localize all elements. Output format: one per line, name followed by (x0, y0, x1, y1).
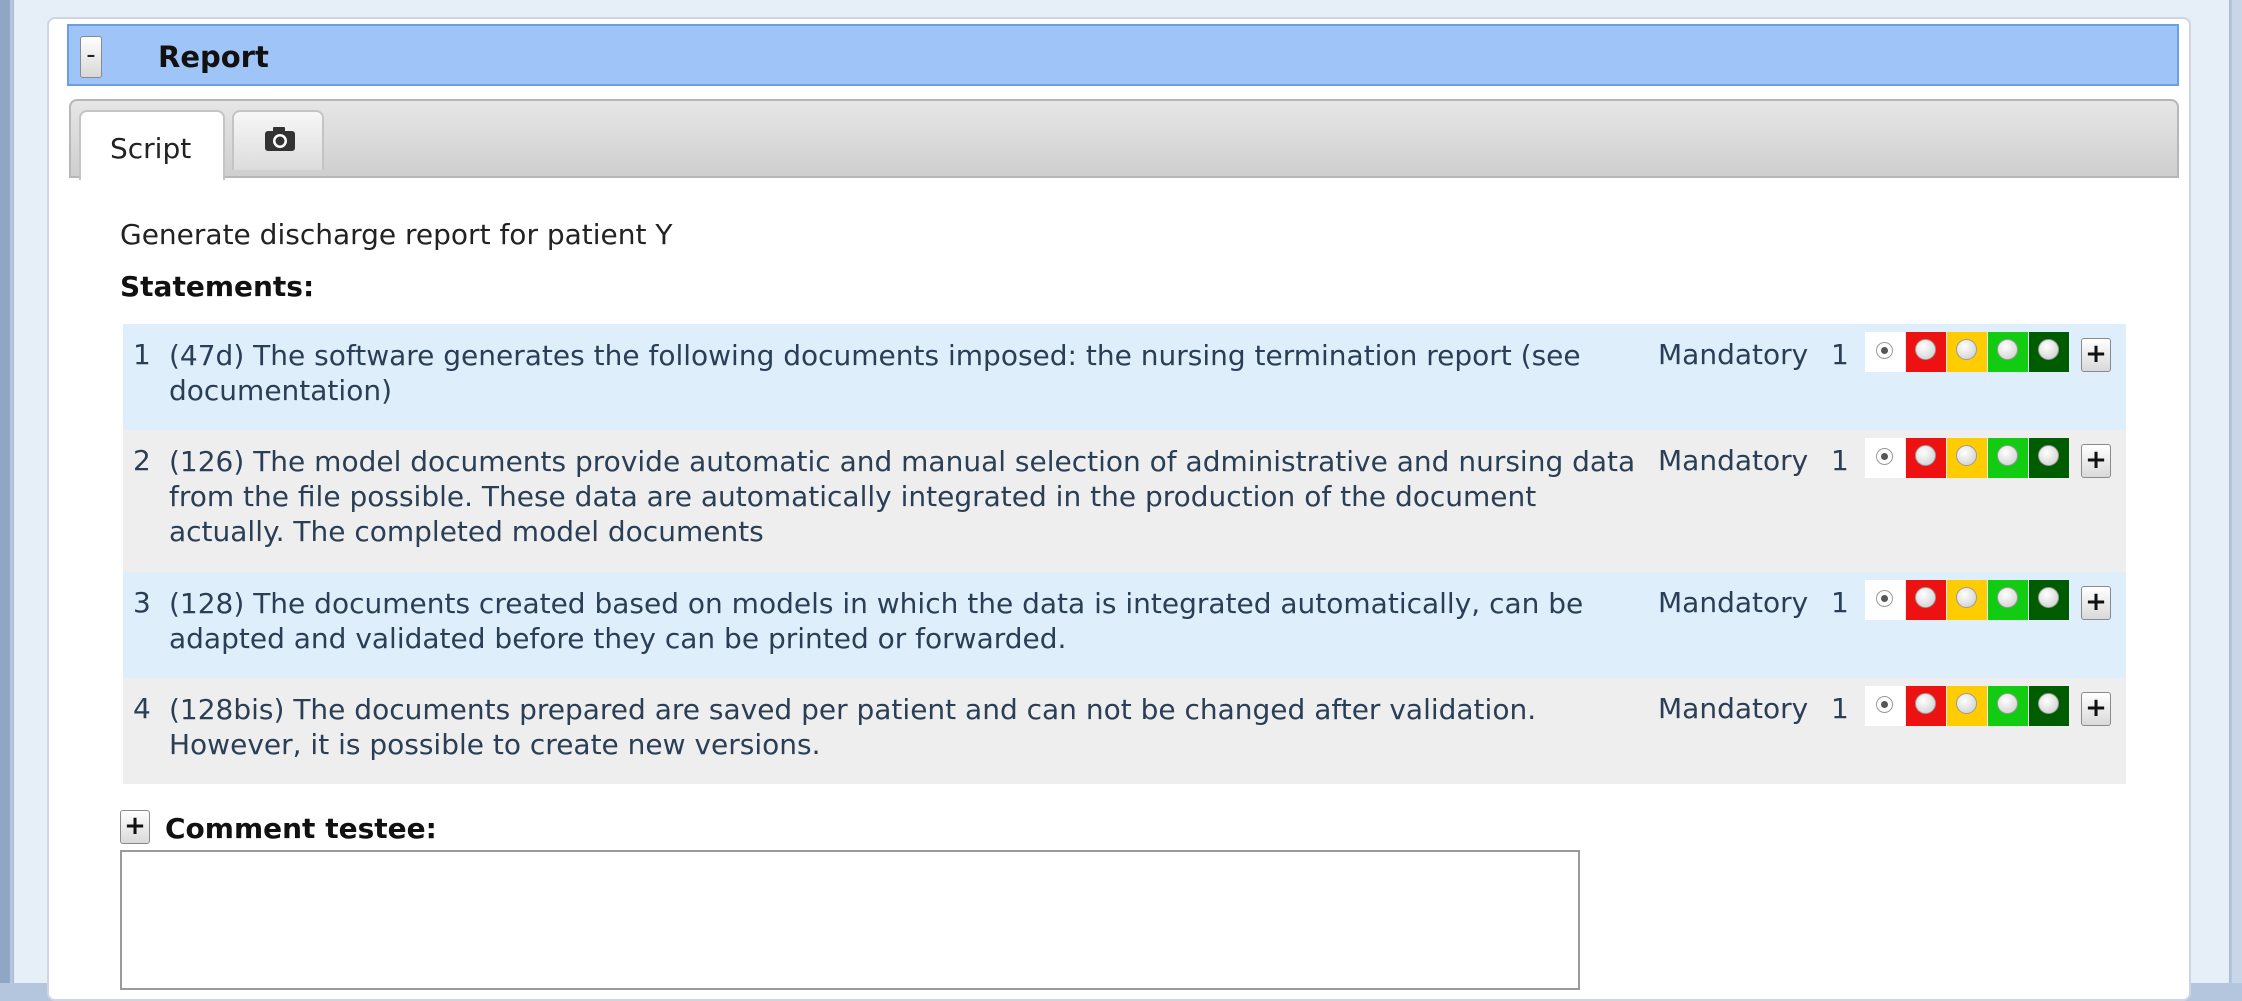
statement-number: 3 (133, 586, 151, 619)
statements-table: 1 (47d) The software generates the follo… (123, 324, 2126, 784)
statement-weight: 1 (1831, 692, 1849, 725)
rating-dark-green-radio[interactable] (2029, 686, 2069, 726)
statement-number: 4 (133, 692, 151, 725)
statement-weight: 1 (1831, 444, 1849, 477)
rating-none-radio[interactable] (1865, 438, 1905, 478)
rating-dark-green-radio[interactable] (2029, 332, 2069, 372)
rating-yellow-radio[interactable] (1947, 580, 1987, 620)
statement-weight: 1 (1831, 586, 1849, 619)
comment-expand-button[interactable]: + (120, 810, 150, 844)
statement-type: Mandatory (1658, 586, 1809, 619)
statement-text: (126) The model documents provide automa… (169, 445, 1636, 548)
statement-row: 1 (47d) The software generates the follo… (123, 324, 2126, 430)
rating-group (1865, 332, 2070, 372)
rating-none-radio[interactable] (1865, 580, 1905, 620)
statement-expand-button[interactable]: + (2081, 692, 2111, 726)
rating-yellow-radio[interactable] (1947, 686, 1987, 726)
rating-group (1865, 438, 2070, 478)
rating-none-radio[interactable] (1865, 686, 1905, 726)
rating-yellow-radio[interactable] (1947, 332, 1987, 372)
tab-script-label: Script (110, 132, 192, 165)
tab-camera[interactable] (232, 110, 324, 170)
rating-yellow-radio[interactable] (1947, 438, 1987, 478)
statement-number: 2 (133, 444, 151, 477)
rating-group (1865, 686, 2070, 726)
statement-type: Mandatory (1658, 338, 1809, 371)
rating-green-radio[interactable] (1988, 686, 2028, 726)
rating-green-radio[interactable] (1988, 438, 2028, 478)
rating-green-radio[interactable] (1988, 332, 2028, 372)
statement-expand-button[interactable]: + (2081, 586, 2111, 620)
statement-row: 2 (126) The model documents provide auto… (123, 430, 2126, 572)
comment-textarea[interactable] (120, 850, 1580, 990)
script-description: Generate discharge report for patient Y (120, 218, 673, 251)
statement-expand-button[interactable]: + (2081, 444, 2111, 478)
page-right-edge (2232, 0, 2242, 983)
rating-red-radio[interactable] (1906, 686, 1946, 726)
comment-label: Comment testee: (165, 812, 437, 845)
statement-type: Mandatory (1658, 692, 1809, 725)
statement-number: 1 (133, 338, 151, 371)
rating-red-radio[interactable] (1906, 438, 1946, 478)
rating-group (1865, 580, 2070, 620)
statement-type: Mandatory (1658, 444, 1809, 477)
rating-red-radio[interactable] (1906, 580, 1946, 620)
rating-none-radio[interactable] (1865, 332, 1905, 372)
rating-dark-green-radio[interactable] (2029, 438, 2069, 478)
report-header[interactable] (67, 24, 2179, 86)
tab-script[interactable]: Script (79, 110, 225, 180)
rating-green-radio[interactable] (1988, 580, 2028, 620)
statement-text: (128) The documents created based on mod… (169, 587, 1584, 655)
statements-heading: Statements: (120, 270, 315, 303)
rating-dark-green-radio[interactable] (2029, 580, 2069, 620)
statement-expand-button[interactable]: + (2081, 338, 2111, 372)
collapse-button[interactable]: - (80, 36, 102, 78)
camera-icon (265, 127, 295, 151)
tab-bar (69, 99, 2179, 178)
statement-weight: 1 (1831, 338, 1849, 371)
statement-row: 4 (128bis) The documents prepared are sa… (123, 678, 2126, 784)
page-left-edge (0, 0, 10, 983)
rating-red-radio[interactable] (1906, 332, 1946, 372)
statement-text: (128bis) The documents prepared are save… (169, 693, 1537, 761)
statement-text: (47d) The software generates the followi… (169, 339, 1581, 407)
statement-row: 3 (128) The documents created based on m… (123, 572, 2126, 678)
report-title: Report (158, 40, 269, 74)
